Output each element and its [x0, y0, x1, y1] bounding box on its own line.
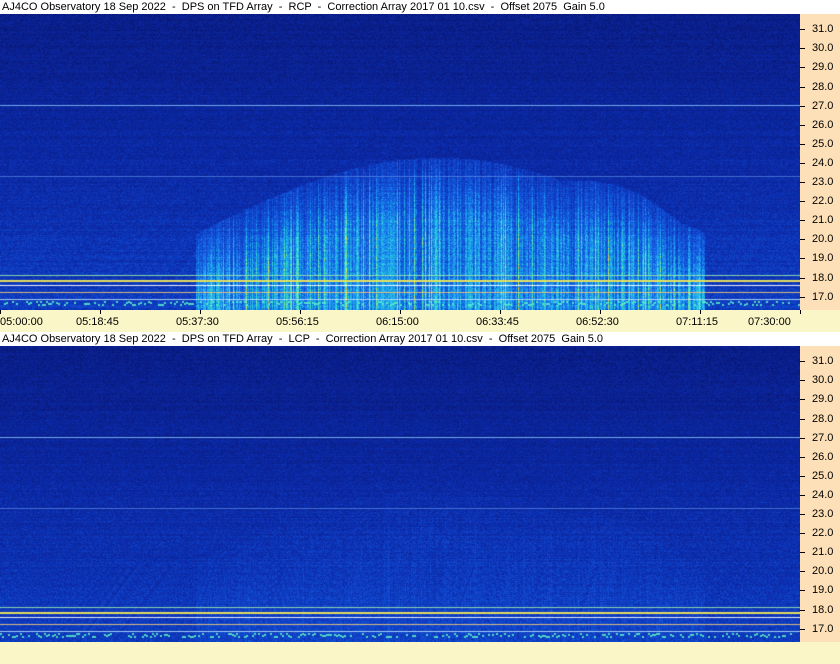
y-tick-label: 18.0: [812, 603, 834, 616]
time-axis-lcp: [0, 642, 840, 664]
spectrogram-lcp-canvas: [0, 346, 800, 642]
y-tick: [800, 494, 805, 496]
x-tick: [600, 310, 601, 314]
y-tick-label: 23.0: [812, 508, 834, 521]
x-tick-label: 07:11:15: [676, 316, 719, 328]
y-tick-label: 27.0: [812, 99, 834, 112]
y-tick-label: 20.0: [812, 233, 834, 246]
y-tick: [800, 533, 805, 535]
x-tick: [800, 310, 801, 314]
x-tick: [700, 310, 701, 314]
y-tick: [800, 361, 805, 363]
x-tick-label: 05:37:30: [176, 316, 219, 328]
y-tick-label: 30.0: [812, 42, 834, 55]
y-tick: [800, 29, 805, 31]
x-tick: [100, 310, 101, 314]
x-tick-label: 05:56:15: [276, 316, 319, 328]
y-tick-label: 24.0: [812, 488, 834, 501]
y-tick: [800, 239, 805, 241]
x-tick-label: 06:15:00: [376, 316, 419, 328]
y-tick-label: 25.0: [812, 137, 834, 150]
y-tick-label: 31.0: [812, 23, 834, 36]
y-tick: [800, 296, 805, 298]
y-tick: [800, 380, 805, 382]
y-tick: [800, 514, 805, 516]
y-tick-label: 20.0: [812, 565, 834, 578]
x-tick-label: 05:00:00: [0, 316, 43, 328]
y-tick: [800, 609, 805, 611]
rcp-panel: AJ4CO Observatory 18 Sep 2022 - DPS on T…: [0, 0, 840, 332]
spectrogram-rcp-canvas: [0, 14, 800, 310]
y-tick-label: 17.0: [812, 290, 834, 303]
x-tick-label: 05:18:45: [76, 316, 119, 328]
y-tick: [800, 143, 805, 145]
y-tick-label: 29.0: [812, 61, 834, 74]
y-tick-label: 17.0: [812, 622, 834, 635]
x-tick: [300, 310, 301, 314]
x-tick: [400, 310, 401, 314]
lcp-panel: AJ4CO Observatory 18 Sep 2022 - DPS on T…: [0, 332, 840, 664]
y-tick-label: 22.0: [812, 195, 834, 208]
y-tick-label: 26.0: [812, 450, 834, 463]
y-tick: [800, 277, 805, 279]
y-tick-label: 29.0: [812, 393, 834, 406]
y-tick-label: 25.0: [812, 469, 834, 482]
spectrogram-rcp: [0, 14, 800, 310]
x-tick: [500, 310, 501, 314]
y-tick: [800, 399, 805, 401]
x-tick-label: 07:30:00: [748, 316, 791, 328]
y-tick: [800, 67, 805, 69]
y-tick: [800, 105, 805, 107]
y-tick-label: 28.0: [812, 412, 834, 425]
y-tick: [800, 48, 805, 50]
y-tick-label: 31.0: [812, 355, 834, 368]
y-tick: [800, 162, 805, 164]
y-tick: [800, 124, 805, 126]
y-tick-label: 22.0: [812, 527, 834, 540]
y-tick: [800, 437, 805, 439]
y-tick-label: 26.0: [812, 118, 834, 131]
x-tick: [200, 310, 201, 314]
y-tick: [800, 628, 805, 630]
y-tick: [800, 418, 805, 420]
y-tick-label: 19.0: [812, 584, 834, 597]
y-tick: [800, 475, 805, 477]
x-tick-label: 06:52:30: [576, 316, 619, 328]
y-tick-label: 18.0: [812, 271, 834, 284]
y-tick-label: 23.0: [812, 176, 834, 189]
y-tick: [800, 220, 805, 222]
y-tick-label: 21.0: [812, 214, 834, 227]
panel-title: AJ4CO Observatory 18 Sep 2022 - DPS on T…: [0, 332, 840, 346]
y-tick: [800, 456, 805, 458]
spectrogram-lcp: [0, 346, 800, 642]
x-tick-label: 06:33:45: [476, 316, 519, 328]
y-tick: [800, 258, 805, 260]
x-tick: [0, 310, 1, 314]
y-tick: [800, 552, 805, 554]
frequency-axis-rcp: 31.0 30.0 29.0 28.0 27.0 26.0 25.0 24.0 23.0 22.0…: [800, 14, 840, 310]
y-tick: [800, 201, 805, 203]
y-tick-label: 30.0: [812, 374, 834, 387]
y-tick-label: 24.0: [812, 156, 834, 169]
y-tick-label: 21.0: [812, 546, 834, 559]
frequency-axis-lcp: 31.0 30.0 29.0 28.0 27.0 26.0 25.0 24.0 23.0 22.0…: [800, 346, 840, 642]
y-tick: [800, 182, 805, 184]
panel-title: AJ4CO Observatory 18 Sep 2022 - DPS on T…: [0, 0, 840, 14]
y-tick-label: 28.0: [812, 80, 834, 93]
time-axis-rcp: 05:00:00 05:18:45 05:37:30 05:56:15 06:15:00…: [0, 310, 840, 332]
y-tick: [800, 86, 805, 88]
y-tick: [800, 571, 805, 573]
y-tick: [800, 590, 805, 592]
y-tick-label: 19.0: [812, 252, 834, 265]
y-tick-label: 27.0: [812, 431, 834, 444]
